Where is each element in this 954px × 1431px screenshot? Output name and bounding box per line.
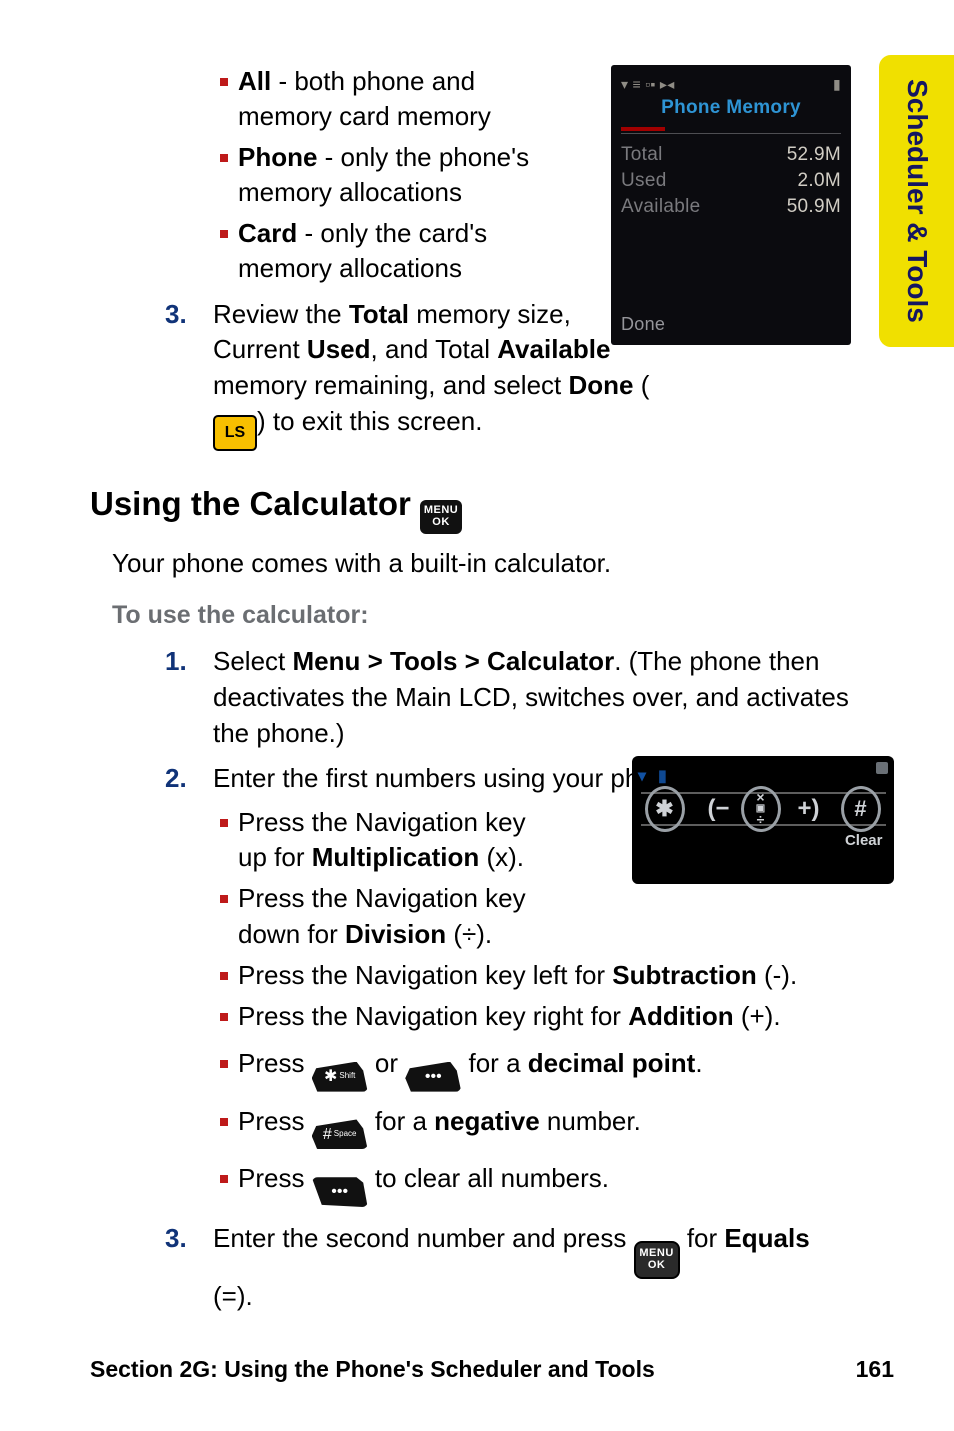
bullet-text: Press ✱Shift or ••• for a decimal point. [238, 1046, 703, 1092]
star-key: ✱ [645, 786, 685, 832]
bullet-icon [220, 78, 228, 86]
to-use-calculator-subhead: To use the calculator: [112, 601, 870, 630]
step-number: 1. [165, 644, 195, 680]
calc-nav-row: ✱ (− × ▣ ÷ +) # [641, 792, 886, 826]
step-text: Select Menu > Tools > Calculator. (The p… [213, 644, 853, 752]
step-text: Review the Total memory size, Current Us… [213, 297, 663, 452]
page: Scheduler & Tools ▾ ≡ ▫▪ ▸◂ ▮ Phone Memo… [0, 0, 954, 1431]
bullet-text: Press the Navigation key up for Multipli… [238, 805, 548, 875]
bullet-clear: Press ••• to clear all numbers. [220, 1161, 870, 1207]
back-key-icon: ••• [312, 1177, 368, 1207]
label: Total [621, 144, 663, 166]
step-number: 2. [165, 761, 195, 797]
phone-memory-title: Phone Memory [621, 95, 841, 127]
label: Available [621, 196, 700, 218]
calculator-intro: Your phone comes with a built-in calcula… [112, 548, 870, 579]
hash-key: # [841, 786, 881, 832]
indicator-icon: ▾ [638, 766, 646, 786]
calc-step-1: 1. Select Menu > Tools > Calculator. (Th… [165, 644, 870, 752]
step-number: 3. [165, 1221, 195, 1257]
bullet-icon [220, 1175, 228, 1183]
bullet-text: All - both phone and memory card memory [238, 64, 548, 134]
value: 50.9M [787, 196, 841, 218]
bullet-icon [220, 895, 228, 903]
footer-section: Section 2G: Using the Phone's Scheduler … [90, 1356, 655, 1383]
bullet-icon [220, 230, 228, 238]
left-soft-key-icon: LS [213, 415, 257, 451]
star-key-icon: ✱Shift [312, 1062, 368, 1092]
bullet-icon [220, 972, 228, 980]
battery-icon: ▮ [833, 76, 841, 93]
hash-key-icon: #Space [312, 1119, 368, 1149]
bullet-icon [220, 1060, 228, 1068]
bullet-text: Press the Navigation key right for Addit… [238, 999, 781, 1034]
indicator-icon: ▮ [658, 766, 667, 786]
nav-center: × ▣ ÷ [741, 786, 781, 832]
value: 52.9M [787, 144, 841, 166]
section-tab-label: Scheduler & Tools [901, 79, 933, 323]
calc-step-3: 3. Enter the second number and press MEN… [165, 1221, 870, 1314]
footer-page-number: 161 [856, 1356, 894, 1383]
bullet-text: Press ••• to clear all numbers. [238, 1161, 609, 1207]
label: Used [621, 170, 667, 192]
bullet-decimal: Press ✱Shift or ••• for a decimal point. [220, 1046, 870, 1092]
bullet-negative: Press #Space for a negative number. [220, 1104, 870, 1150]
memory-row-available: Available 50.9M [621, 196, 841, 218]
bullet-text: Phone - only the phone's memory allocati… [238, 140, 548, 210]
value: 2.0M [798, 170, 841, 192]
calculator-screenshot: ▾ ▮ ✱ (− × ▣ ÷ +) # Clear [632, 756, 894, 884]
nav-right-add: +) [789, 789, 829, 829]
softkey-done: Done [621, 314, 665, 335]
bullet-text: Press the Navigation key down for Divisi… [238, 881, 548, 951]
status-bar: ▾ ≡ ▫▪ ▸◂ ▮ [621, 73, 841, 95]
dots-key-icon: ••• [405, 1062, 461, 1092]
bullet-icon [220, 1118, 228, 1126]
bullet-add: Press the Navigation key right for Addit… [220, 999, 870, 1034]
bullet-text: Press the Navigation key left for Subtra… [238, 958, 797, 993]
bullet-text: Card - only the card's memory allocation… [238, 216, 548, 286]
bullet-icon [220, 819, 228, 827]
divider [621, 133, 841, 134]
memory-row-used: Used 2.0M [621, 170, 841, 192]
phone-memory-screenshot: ▾ ≡ ▫▪ ▸◂ ▮ Phone Memory Total 52.9M Use… [611, 65, 851, 345]
battery-icon [876, 762, 888, 774]
heading-using-calculator: Using the Calculator MENU OK [90, 485, 870, 534]
step-text: Enter the second number and press MENU O… [213, 1221, 853, 1314]
nav-left-subtract: (− [699, 789, 739, 829]
bullet-text: Press #Space for a negative number. [238, 1104, 641, 1150]
bullet-div: Press the Navigation key down for Divisi… [220, 881, 870, 951]
section-tab: Scheduler & Tools [879, 55, 954, 347]
bullet-icon [220, 154, 228, 162]
step-number: 3. [165, 297, 195, 333]
page-footer: Section 2G: Using the Phone's Scheduler … [90, 1356, 894, 1383]
bullet-icon [220, 1013, 228, 1021]
menu-ok-key-icon: MENU OK [420, 500, 462, 534]
memory-row-total: Total 52.9M [621, 144, 841, 166]
memory-used-bar [621, 127, 665, 131]
menu-ok-key-icon: MENU OK [634, 1241, 680, 1279]
antenna-icon: ▾ ≡ ▫▪ ▸◂ [621, 76, 675, 93]
bullet-sub: Press the Navigation key left for Subtra… [220, 958, 870, 993]
